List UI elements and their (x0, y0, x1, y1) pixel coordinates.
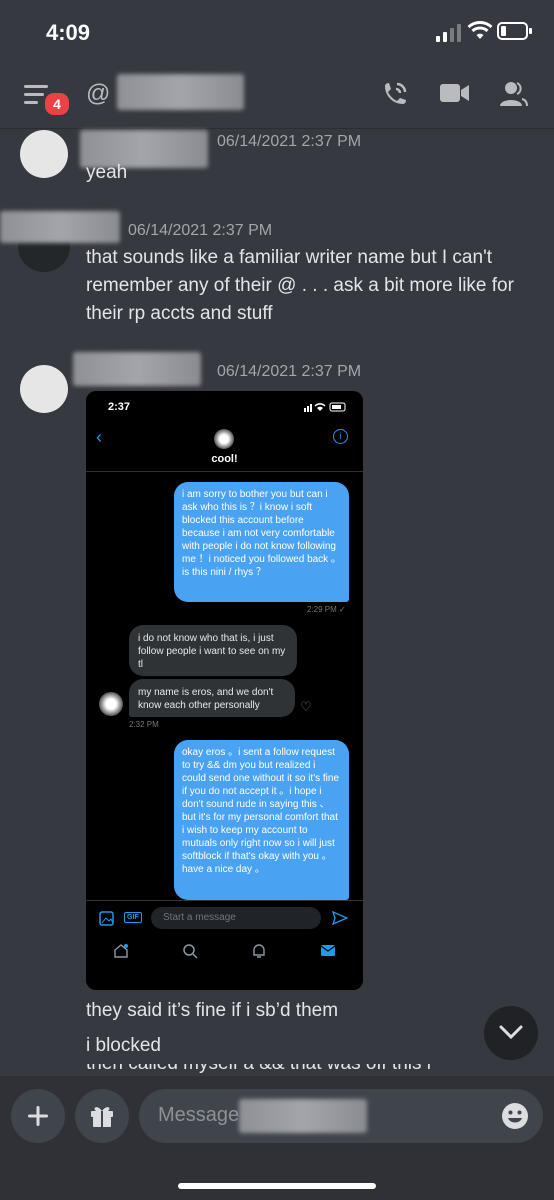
message-input[interactable]: Message (139, 1089, 543, 1143)
contact-name: cool! (211, 453, 238, 465)
message-text: they said it’s fine if i sb’d them (86, 1000, 339, 1021)
recipient-name-redacted (239, 1099, 367, 1133)
username-redacted (0, 211, 120, 243)
composer-bar: Message (0, 1076, 554, 1200)
message-text: then called myself a && that was off thi… (86, 1064, 431, 1074)
sender-avatar (99, 692, 123, 716)
status-time: 4:09 (46, 20, 91, 45)
back-chevron-icon[interactable]: ‹ (96, 427, 102, 448)
channel-name-redacted (117, 74, 244, 110)
info-icon[interactable]: i (333, 429, 348, 444)
gif-button[interactable]: GIF (124, 912, 142, 923)
image-icon[interactable] (99, 911, 115, 926)
attachment-image[interactable]: 2:37 ‹ cool! i i am sorry to bother you … (86, 391, 363, 990)
embedded-status-icons (304, 402, 352, 412)
message-text-clipped: then called myself a && that was off thi… (86, 1064, 516, 1076)
battery-icon (497, 22, 533, 40)
message-timestamp: 06/14/2021 2:37 PM (217, 363, 362, 380)
received-message: i do not know who that is, i just follow… (129, 625, 297, 676)
add-attachment-button[interactable] (11, 1089, 65, 1143)
emoji-icon[interactable] (500, 1101, 530, 1131)
divider (86, 471, 363, 472)
like-heart-icon[interactable]: ♡ (300, 699, 312, 715)
message-placeholder: Message (158, 1104, 240, 1126)
sent-message: i am sorry to bother you but can i ask w… (174, 482, 349, 602)
message-time: 2:29 PM ✓ (307, 605, 346, 614)
notification-badge: 4 (43, 91, 71, 117)
username-redacted (73, 352, 201, 386)
gift-icon (89, 1102, 115, 1128)
video-call-icon[interactable] (440, 82, 470, 104)
compose-placeholder: Start a message (163, 912, 236, 923)
contact-avatar (214, 429, 234, 449)
sent-message: okay eros 。i sent a follow request to tr… (174, 740, 349, 900)
channel-header: 4 @ (0, 60, 554, 129)
voice-call-icon[interactable] (381, 80, 409, 108)
message-text: i blocked (86, 1035, 161, 1056)
signal-icon (436, 24, 462, 42)
at-symbol: @ (86, 80, 111, 107)
received-message: my name is eros, and we don't know each … (129, 679, 295, 717)
member-list-icon[interactable] (498, 80, 528, 108)
chevron-down-icon (499, 1024, 523, 1040)
message-text: yeah (86, 162, 128, 183)
plus-icon (27, 1105, 49, 1127)
message-timestamp: 06/14/2021 2:37 PM (128, 222, 273, 239)
home-indicator (178, 1183, 376, 1189)
status-bar: 4:09 (0, 0, 554, 60)
home-icon[interactable] (113, 943, 129, 959)
compose-input[interactable]: Start a message (151, 907, 321, 929)
embedded-status-time: 2:37 (108, 401, 131, 413)
gift-button[interactable] (75, 1089, 129, 1143)
compose-bar: GIF Start a message (86, 900, 363, 990)
search-icon[interactable] (182, 943, 198, 959)
message-timestamp: 06/14/2021 2:37 PM (217, 133, 362, 150)
message-time: 2:32 PM (129, 720, 159, 729)
avatar[interactable] (20, 365, 68, 413)
wifi-icon (467, 21, 493, 41)
avatar[interactable] (20, 130, 68, 178)
mail-icon[interactable] (320, 944, 336, 957)
message-text: that sounds like a familiar writer name … (86, 247, 514, 324)
send-icon[interactable] (332, 911, 348, 925)
jump-to-bottom-button[interactable] (484, 1006, 538, 1060)
bell-icon[interactable] (251, 943, 267, 959)
